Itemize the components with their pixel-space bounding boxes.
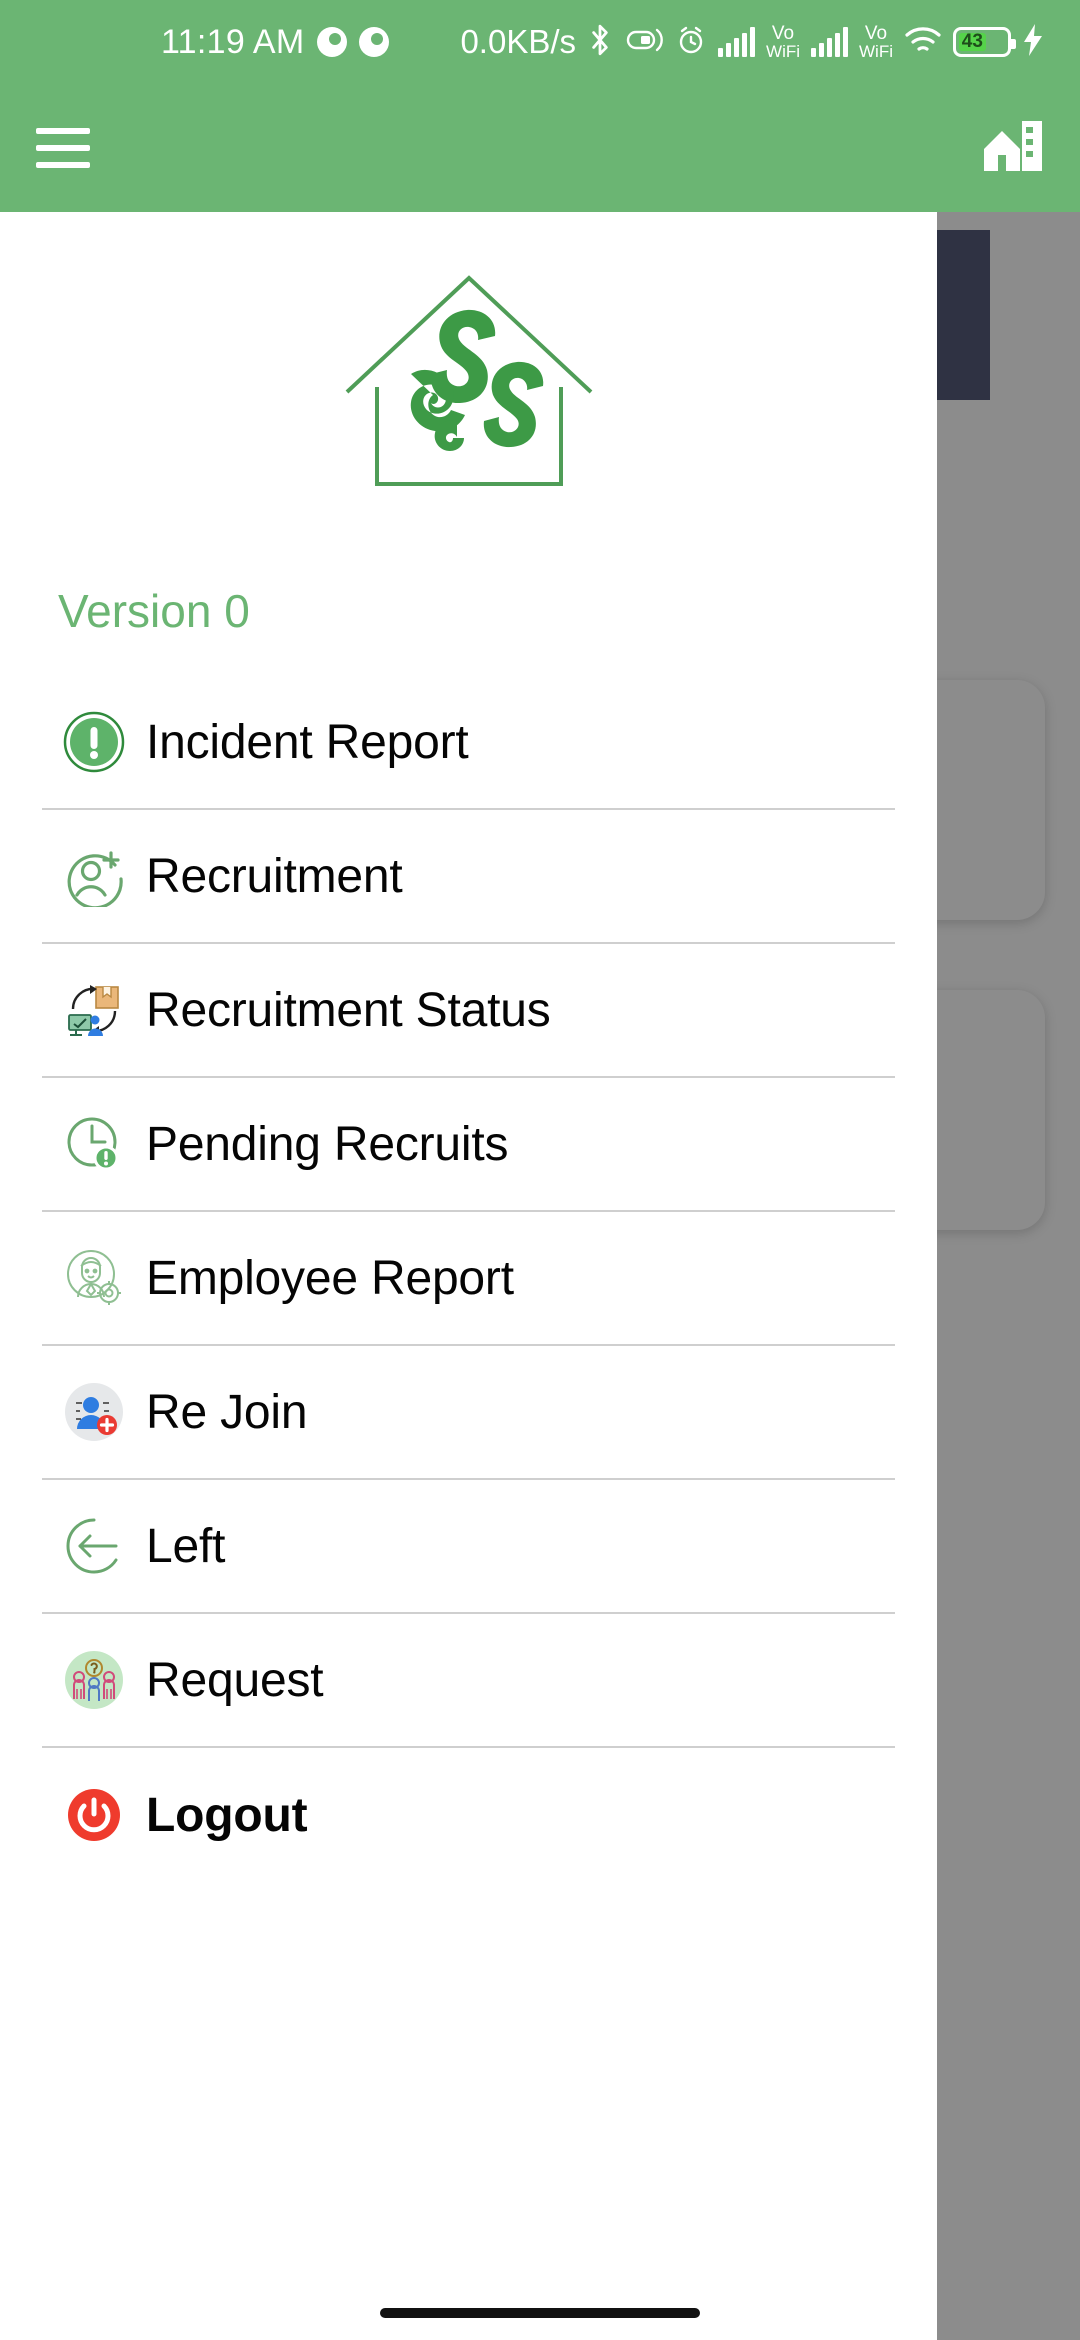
volte-label-top: Vo bbox=[771, 23, 795, 44]
drawer-item-left[interactable]: Left bbox=[42, 1480, 895, 1614]
drawer-menu-list: Incident Report Recruitment Recruitment … bbox=[0, 676, 937, 1882]
drawer-item-label: Re Join bbox=[146, 1385, 308, 1439]
drawer-item-label: Pending Recruits bbox=[146, 1117, 509, 1171]
system-navigation-home-bar[interactable] bbox=[380, 2308, 700, 2318]
network-speed-indicator: 0.0KB/s bbox=[460, 23, 577, 60]
notification-dot-icon bbox=[316, 27, 347, 57]
alert-circle-icon bbox=[42, 711, 146, 773]
drawer-item-recruitment[interactable]: Recruitment bbox=[42, 810, 895, 944]
data-saver-icon bbox=[624, 25, 664, 60]
employee-settings-icon bbox=[42, 1247, 146, 1309]
drawer-item-recruitment-status[interactable]: Recruitment Status bbox=[42, 944, 895, 1078]
building-home-icon[interactable] bbox=[982, 119, 1044, 178]
drawer-item-label: Logout bbox=[146, 1788, 308, 1842]
drawer-item-request[interactable]: Request bbox=[42, 1614, 895, 1748]
app-version-label: Version 0 bbox=[58, 585, 250, 637]
power-off-icon bbox=[42, 1784, 146, 1846]
charging-bolt-icon bbox=[1022, 23, 1044, 61]
wifi-icon bbox=[904, 25, 942, 60]
package-tracking-icon bbox=[42, 979, 146, 1041]
drawer-item-re-join[interactable]: Re Join bbox=[42, 1346, 895, 1480]
bluetooth-icon bbox=[587, 23, 613, 62]
drawer-item-label: Recruitment bbox=[146, 849, 403, 903]
clock-pending-icon bbox=[42, 1113, 146, 1175]
signal-bars-icon bbox=[811, 27, 849, 57]
navigation-drawer: Version 0 Incident Report Recruitment Re… bbox=[0, 212, 937, 2340]
battery-icon: 43 bbox=[953, 27, 1016, 57]
drawer-item-logout[interactable]: Logout bbox=[42, 1748, 895, 1882]
battery-level-text: 43 bbox=[961, 31, 983, 52]
drawer-item-label: Incident Report bbox=[146, 715, 469, 769]
status-bar: 11:19 AM 0.0KB/s Vo WiFi Vo WiFi 43 bbox=[0, 0, 1080, 84]
app-bar bbox=[0, 84, 1080, 212]
volte-wifi-icon: Vo WiFi bbox=[766, 24, 800, 60]
person-rejoin-icon bbox=[42, 1381, 146, 1443]
volte-wifi-icon: Vo WiFi bbox=[859, 24, 893, 60]
status-bar-clock: 11:19 AM bbox=[161, 22, 305, 61]
person-add-icon bbox=[42, 845, 146, 907]
volte-label-bottom: WiFi bbox=[766, 42, 801, 61]
app-logo bbox=[0, 212, 937, 542]
hamburger-menu-icon[interactable] bbox=[36, 128, 90, 168]
people-question-icon bbox=[42, 1649, 146, 1711]
drawer-item-incident-report[interactable]: Incident Report bbox=[42, 676, 895, 810]
drawer-item-label: Left bbox=[146, 1519, 226, 1573]
signal-bars-icon bbox=[718, 27, 756, 57]
drawer-item-label: Recruitment Status bbox=[146, 983, 551, 1037]
volte-label-bottom: WiFi bbox=[859, 42, 893, 61]
drawer-item-label: Employee Report bbox=[146, 1251, 514, 1305]
notification-dot-icon bbox=[358, 27, 389, 57]
drawer-item-pending-recruits[interactable]: Pending Recruits bbox=[42, 1078, 895, 1212]
drawer-item-label: Request bbox=[146, 1653, 324, 1707]
drawer-item-employee-report[interactable]: Employee Report bbox=[42, 1212, 895, 1346]
exit-arrow-icon bbox=[42, 1515, 146, 1577]
alarm-icon bbox=[675, 24, 707, 61]
volte-label-top: Vo bbox=[864, 23, 888, 44]
